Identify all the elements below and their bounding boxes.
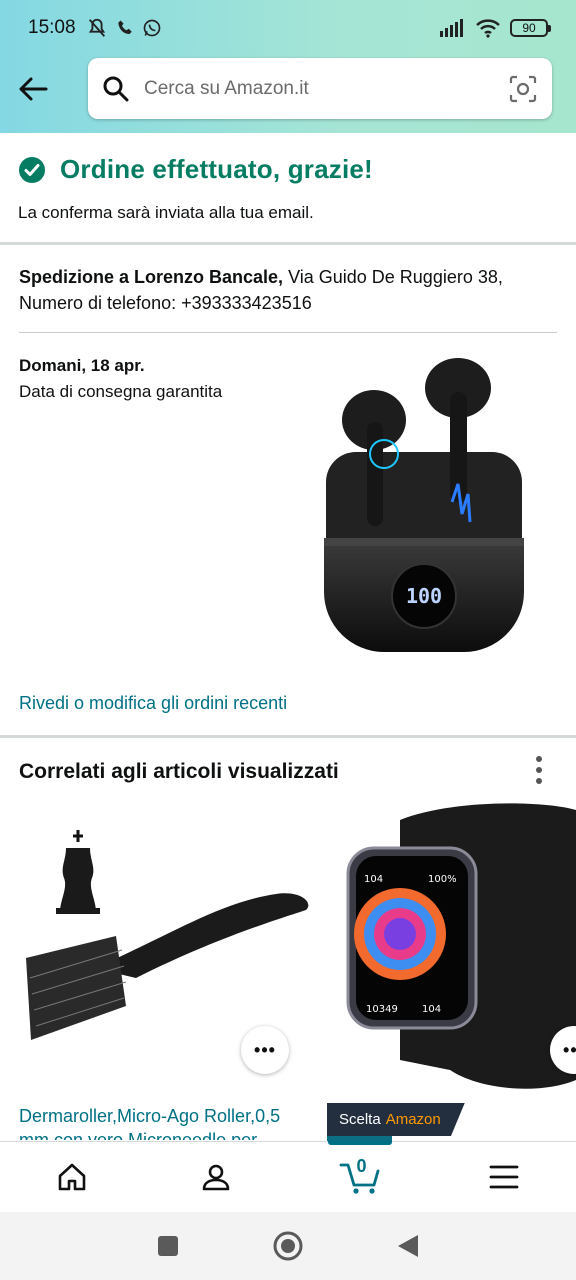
divider [0, 242, 576, 245]
arrow-left-icon [19, 77, 48, 101]
signal-icon [440, 19, 463, 37]
confirmation-subtitle: La conferma sarà inviata alla tua email. [18, 203, 314, 222]
divider [0, 735, 576, 738]
case-display: 100 [406, 584, 442, 608]
product-title[interactable]: Dermaroller,Micro-Ago Roller,0,5 mm con … [19, 1104, 314, 1140]
camera-scan-icon[interactable] [508, 74, 538, 104]
back-triangle-icon[interactable] [396, 1233, 420, 1259]
review-orders-link[interactable]: Rivedi o modifica gli ordini recenti [19, 693, 287, 714]
mute-bell-icon [88, 18, 105, 37]
search-icon [103, 76, 129, 101]
product-more-button[interactable]: ••• [241, 1026, 289, 1074]
watch-top-right: 100% [428, 874, 457, 885]
amazon-choice-badge: Scelta Amazon [327, 1103, 465, 1136]
user-icon [202, 1164, 230, 1191]
delivery-info: Domani, 18 apr. Data di consegna garanti… [19, 353, 319, 405]
earbuds-product-image[interactable]: 100 [318, 352, 540, 668]
shipping-label: Spedizione a Lorenzo Bancale, [19, 267, 284, 287]
home-circle-icon[interactable] [272, 1230, 304, 1262]
phone-icon [117, 20, 132, 34]
status-time: 15:08 [28, 17, 76, 38]
watch-bottom-left: 10349 [366, 1004, 398, 1015]
nav-cart[interactable]: 0 [288, 1142, 432, 1212]
check-circle-icon [19, 156, 45, 183]
home-icon [58, 1163, 86, 1191]
divider [19, 332, 557, 333]
search-input[interactable]: Cerca su Amazon.it [144, 78, 508, 100]
wifi-icon [476, 19, 500, 38]
related-section-title: Correlati agli articoli visualizzati [19, 760, 339, 783]
nav-home[interactable] [0, 1142, 144, 1212]
confirmation-title: Ordine effettuato, grazie! [60, 154, 373, 184]
shipping-info: Spedizione a Lorenzo Bancale, Via Guido … [19, 264, 559, 316]
search-bar[interactable]: Cerca su Amazon.it [88, 58, 552, 119]
badge-prefix: Scelta [339, 1111, 381, 1128]
more-options-icon[interactable] [528, 752, 550, 788]
hamburger-menu-icon [489, 1165, 519, 1189]
delivery-date: Domani, 18 apr. [19, 356, 145, 375]
cart-count: 0 [356, 1156, 367, 1176]
whatsapp-icon [143, 19, 160, 37]
status-bar: 15:08 90 [0, 0, 576, 56]
back-button[interactable] [16, 72, 50, 106]
nav-account[interactable] [144, 1142, 288, 1212]
nav-menu[interactable] [432, 1142, 576, 1212]
delivery-note: Data di consegna garantita [19, 382, 223, 401]
bottom-nav: 0 [0, 1141, 576, 1212]
battery-indicator: 90 [510, 19, 551, 37]
watch-top-left: 104 [364, 874, 383, 885]
smartwatch-product-image[interactable]: 104 100% 10349 104 [330, 800, 576, 1100]
badge-brand: Amazon [385, 1111, 441, 1128]
system-nav-bar [0, 1212, 576, 1280]
recent-apps-icon[interactable] [156, 1234, 180, 1258]
watch-bottom-right: 104 [422, 1004, 441, 1015]
order-confirmation: Ordine effettuato, grazie! La conferma s… [18, 154, 558, 223]
